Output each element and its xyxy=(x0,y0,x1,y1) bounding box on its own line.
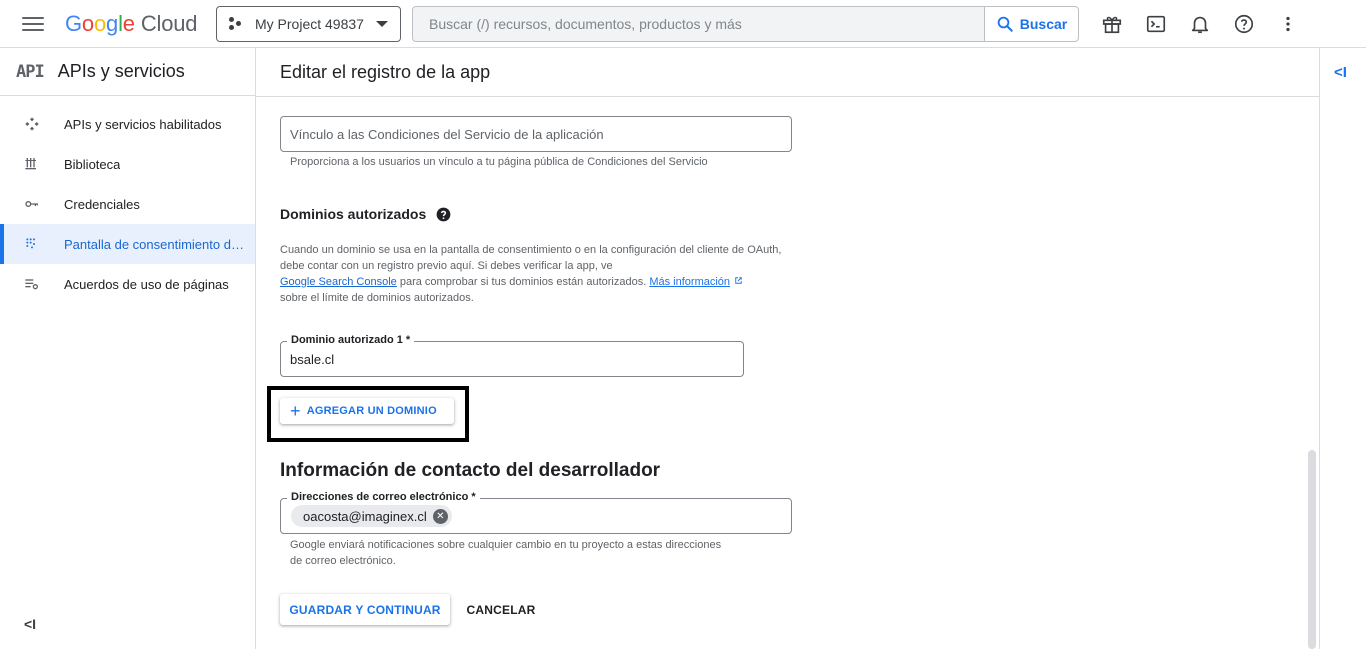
help-circle-icon[interactable] xyxy=(436,207,451,222)
project-name: My Project 49837 xyxy=(255,16,364,32)
authorized-domain-1-label: Dominio autorizado 1 * xyxy=(287,334,415,346)
library-icon xyxy=(22,156,42,172)
sidebar-item-page-agreements[interactable]: Acuerdos de uso de páginas xyxy=(0,264,255,304)
email-chip-text: oacosta@imaginex.cl xyxy=(303,508,427,524)
sidebar-item-label: Pantalla de consentimiento de OAuth xyxy=(64,236,244,252)
authorized-domains-description: Cuando un dominio se usa en la pantalla … xyxy=(280,242,792,306)
help-icon[interactable] xyxy=(1232,12,1256,36)
main-content: Editar el registro de la app Proporciona… xyxy=(256,48,1319,649)
tos-hint: Proporciona a los usuarios un vínculo a … xyxy=(290,156,708,168)
authorized-domains-title: Dominios autorizados xyxy=(280,206,451,222)
sidebar-item-label: APIs y servicios habilitados xyxy=(64,116,222,132)
description-text: para comprobar si tus dominios están aut… xyxy=(396,276,650,288)
google-search-console-link[interactable]: Google Search Console xyxy=(280,276,397,288)
key-icon xyxy=(22,196,42,212)
more-vert-icon[interactable] xyxy=(1276,12,1300,36)
bell-icon[interactable] xyxy=(1188,12,1212,36)
logo-letter: e xyxy=(122,11,135,36)
api-logo-icon: API xyxy=(16,61,45,82)
sidebar-item-credentials[interactable]: Credenciales xyxy=(0,184,255,224)
email-chip: oacosta@imaginex.cl ✕ xyxy=(291,505,452,527)
apis-icon xyxy=(22,116,42,132)
main-header: Editar el registro de la app xyxy=(256,48,1319,97)
sidebar-item-library[interactable]: Biblioteca xyxy=(0,144,255,184)
tos-link-field xyxy=(280,116,792,152)
sidebar-item-enabled-apis[interactable]: APIs y servicios habilitados xyxy=(0,104,255,144)
search-bar: Buscar xyxy=(412,6,1079,42)
save-and-continue-button[interactable]: GUARDAR Y CONTINUAR xyxy=(280,594,450,625)
email-addresses-field[interactable]: Direcciones de correo electrónico * oaco… xyxy=(280,491,792,534)
agreements-icon xyxy=(22,276,42,292)
sidebar-item-oauth-consent[interactable]: Pantalla de consentimiento de OAuth xyxy=(0,224,255,264)
email-addresses-label: Direcciones de correo electrónico * xyxy=(287,491,480,503)
highlight-box xyxy=(267,386,469,442)
logo-letter: G xyxy=(65,11,82,36)
email-hint-text: de correo electrónico. xyxy=(290,555,396,567)
search-button-label: Buscar xyxy=(1019,16,1068,32)
authorized-domain-1-field: Dominio autorizado 1 * xyxy=(280,334,744,377)
remove-chip-icon[interactable]: ✕ xyxy=(432,508,448,524)
sidebar-header: API APIs y servicios xyxy=(0,48,255,96)
logo-letter: o xyxy=(81,11,94,36)
project-selector[interactable]: My Project 49837 xyxy=(216,6,401,42)
sidebar-item-label: Credenciales xyxy=(64,196,140,212)
terminal-icon[interactable] xyxy=(1144,12,1168,36)
menu-icon[interactable] xyxy=(22,14,44,34)
page-title: Editar el registro de la app xyxy=(280,61,491,82)
project-icon xyxy=(229,17,243,31)
authorized-domains-title-text: Dominios autorizados xyxy=(280,206,427,222)
search-input[interactable] xyxy=(413,7,984,41)
developer-contact-title: Información de contacto del desarrollado… xyxy=(280,460,661,481)
expand-panel-button[interactable]: <I xyxy=(1334,64,1347,81)
sidebar-title[interactable]: APIs y servicios xyxy=(58,61,185,82)
description-text: Cuando un dominio se usa en la pantalla … xyxy=(280,244,782,272)
email-hint: Google enviará notificaciones sobre cual… xyxy=(290,537,721,569)
scrollbar-thumb[interactable] xyxy=(1308,450,1316,649)
collapse-sidebar-button[interactable]: <I xyxy=(24,616,36,632)
tos-link-input[interactable] xyxy=(281,117,791,151)
logo-letter: g xyxy=(106,11,119,36)
consent-icon xyxy=(22,236,42,252)
gift-icon[interactable] xyxy=(1100,12,1124,36)
description-text: sobre el límite de dominios autorizados. xyxy=(280,292,474,304)
sidebar: API APIs y servicios APIs y servicios ha… xyxy=(0,48,256,649)
logo-suffix: Cloud xyxy=(140,11,198,36)
right-panel: <I xyxy=(1319,48,1366,649)
more-info-link[interactable]: Más información xyxy=(649,276,730,288)
search-button[interactable]: Buscar xyxy=(984,7,1078,41)
sidebar-item-label: Acuerdos de uso de páginas xyxy=(64,276,229,292)
cancel-button[interactable]: CANCELAR xyxy=(462,594,540,625)
caret-down-icon xyxy=(376,21,388,27)
logo-letter: o xyxy=(93,11,107,36)
google-cloud-logo[interactable]: Google Cloud xyxy=(65,11,197,37)
email-hint-text: Google enviará notificaciones sobre cual… xyxy=(290,539,722,551)
authorized-domain-1-input[interactable] xyxy=(281,342,743,376)
top-bar: Google Cloud My Project 49837 Buscar xyxy=(0,0,1366,48)
external-link-icon xyxy=(735,277,742,284)
sidebar-item-label: Biblioteca xyxy=(64,156,121,172)
search-icon xyxy=(997,16,1013,32)
